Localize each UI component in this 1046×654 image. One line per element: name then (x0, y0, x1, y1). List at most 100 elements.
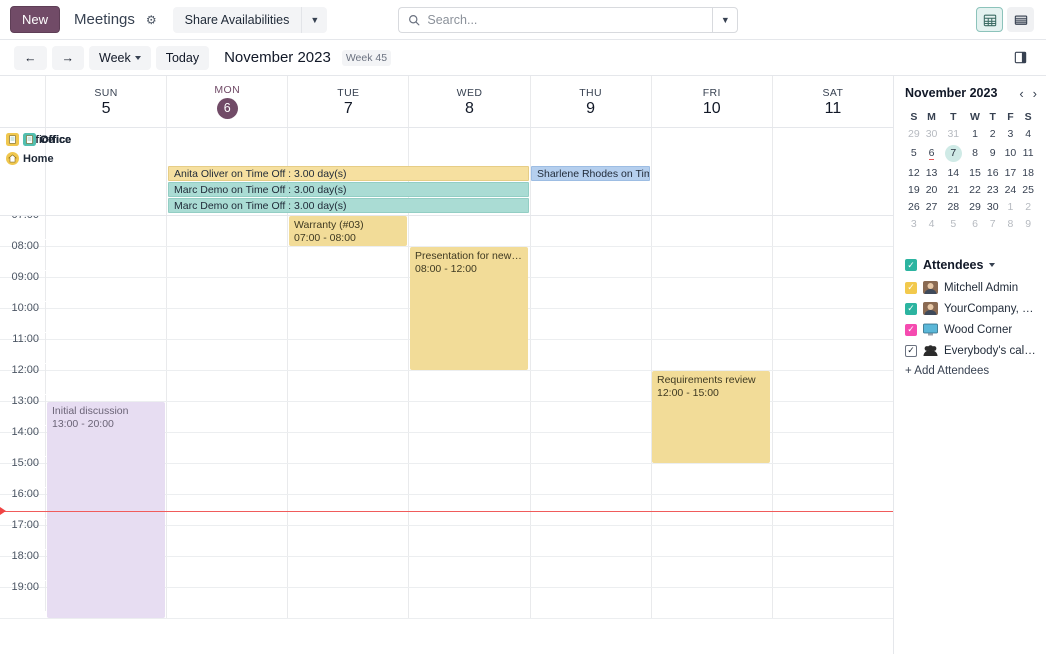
mini-calendar-day[interactable]: 2 (1019, 198, 1037, 215)
time-slot[interactable] (167, 464, 288, 494)
time-slot[interactable] (288, 247, 409, 277)
time-slot[interactable] (652, 247, 773, 277)
attendees-master-checkbox[interactable]: ✓ (905, 259, 917, 271)
day-header-thu[interactable]: THU9 (531, 76, 652, 127)
mini-calendar-day[interactable]: 21 (940, 181, 966, 198)
search-dropdown-icon[interactable]: ▼ (712, 7, 738, 33)
day-header-fri[interactable]: FRI10 (652, 76, 773, 127)
time-slot[interactable] (288, 402, 409, 432)
time-slot[interactable] (531, 464, 652, 494)
time-slot[interactable] (288, 278, 409, 308)
time-slot[interactable] (409, 526, 530, 556)
mini-calendar-day[interactable]: 29 (966, 198, 984, 215)
mini-calendar-day[interactable]: 11 (1019, 142, 1037, 164)
day-header-tue[interactable]: TUE7 (288, 76, 409, 127)
list-view-button[interactable] (1007, 7, 1034, 32)
calendar-event[interactable]: Requirements review12:00 - 15:00 (652, 371, 770, 463)
time-slot[interactable] (531, 247, 652, 277)
calendar-view-button[interactable] (976, 7, 1003, 32)
time-slot[interactable] (288, 495, 409, 525)
previous-period-button[interactable]: ← (14, 46, 47, 70)
mini-calendar-day[interactable]: 23 (984, 181, 1002, 198)
time-slot[interactable] (773, 278, 893, 308)
time-slot[interactable] (167, 433, 288, 463)
time-slot[interactable] (773, 309, 893, 339)
day-header-mon[interactable]: MON6 (167, 76, 288, 127)
time-slot[interactable] (167, 371, 288, 401)
calendar-event[interactable]: Initial discussion13:00 - 20:00 (47, 402, 165, 618)
time-slot[interactable] (531, 340, 652, 370)
mini-calendar-day[interactable]: 8 (966, 142, 984, 164)
time-slot[interactable] (531, 588, 652, 618)
time-slot[interactable] (531, 557, 652, 587)
time-slot[interactable] (652, 526, 773, 556)
attendee-checkbox[interactable]: ✓ (905, 282, 917, 294)
time-slot[interactable] (652, 278, 773, 308)
chevron-down-icon[interactable] (989, 263, 995, 267)
time-slot[interactable] (167, 278, 288, 308)
time-slot[interactable] (288, 557, 409, 587)
time-slot[interactable] (773, 247, 893, 277)
mini-calendar-day[interactable]: 1 (1002, 198, 1020, 215)
time-slot[interactable] (167, 402, 288, 432)
time-slot[interactable] (167, 557, 288, 587)
chevron-down-icon[interactable]: ▼ (301, 7, 327, 33)
time-slot[interactable] (46, 340, 167, 370)
time-slot[interactable] (288, 588, 409, 618)
chevron-left-icon[interactable]: ‹ (1019, 87, 1023, 100)
next-period-button[interactable]: → (52, 46, 85, 70)
time-slot[interactable] (288, 309, 409, 339)
attendee-row[interactable]: ✓Wood Corner (905, 323, 1037, 336)
time-slot[interactable] (773, 526, 893, 556)
time-slot[interactable] (531, 402, 652, 432)
mini-calendar-day[interactable]: 25 (1019, 181, 1037, 198)
mini-calendar-day[interactable]: 4 (1019, 125, 1037, 142)
time-slot[interactable] (652, 464, 773, 494)
time-slot[interactable] (409, 464, 530, 494)
attendee-checkbox[interactable]: ✓ (905, 303, 917, 315)
time-slot[interactable] (652, 588, 773, 618)
time-slot[interactable] (409, 495, 530, 525)
attendee-row[interactable]: ✓Mitchell Admin (905, 281, 1037, 294)
mini-calendar-day[interactable]: 30 (923, 125, 941, 142)
time-slot[interactable] (46, 278, 167, 308)
all-day-event-bar[interactable]: Marc Demo on Time Off : 3.00 day(s) (168, 182, 529, 197)
attendee-row[interactable]: ✓YourCompany, Mar… (905, 302, 1037, 315)
time-slot[interactable] (531, 309, 652, 339)
time-slot[interactable] (46, 309, 167, 339)
attendee-row[interactable]: ✓Everybody's calen… (905, 344, 1037, 357)
time-slot[interactable] (652, 340, 773, 370)
day-header-sat[interactable]: SAT11 (773, 76, 893, 127)
mini-calendar-day[interactable]: 3 (1002, 125, 1020, 142)
day-header-sun[interactable]: SUN5 (46, 76, 167, 127)
mini-calendar-day[interactable]: 19 (905, 181, 923, 198)
search-box[interactable] (398, 7, 712, 33)
time-slot[interactable] (288, 526, 409, 556)
time-slot[interactable] (531, 495, 652, 525)
mini-calendar-day[interactable]: 30 (984, 198, 1002, 215)
attendees-header[interactable]: ✓ Attendees (905, 258, 1037, 272)
mini-calendar-day[interactable]: 6 (966, 215, 984, 232)
all-day-event-bar[interactable]: Sharlene Rhodes on Time Off : 6.00 day(s… (531, 166, 650, 181)
all-day-event-bar[interactable]: Marc Demo on Time Off : 3.00 day(s) (168, 198, 529, 213)
time-slot[interactable] (773, 557, 893, 587)
all-day-event-bar[interactable]: Anita Oliver on Time Off : 3.00 day(s) (168, 166, 529, 181)
mini-calendar-day[interactable]: 22 (966, 181, 984, 198)
search-input[interactable] (427, 13, 703, 27)
scale-dropdown-button[interactable]: Week (89, 46, 151, 70)
time-slot[interactable] (773, 216, 893, 246)
time-slot[interactable] (167, 588, 288, 618)
mini-calendar-day[interactable]: 12 (905, 164, 923, 181)
mini-calendar-day[interactable]: 5 (905, 142, 923, 164)
mini-calendar-day[interactable]: 6 (923, 142, 941, 164)
time-slot[interactable] (531, 526, 652, 556)
time-slot[interactable] (652, 557, 773, 587)
share-availabilities-button[interactable]: Share Availabilities (173, 7, 302, 33)
mini-calendar-day[interactable]: 20 (923, 181, 941, 198)
time-slot[interactable] (167, 247, 288, 277)
time-slot[interactable] (409, 402, 530, 432)
time-slot[interactable] (773, 371, 893, 401)
calendar-event[interactable]: Presentation for new serv…08:00 - 12:00 (410, 247, 528, 370)
mini-calendar-day[interactable]: 10 (1002, 142, 1020, 164)
panel-toggle-icon[interactable] (1008, 46, 1032, 70)
